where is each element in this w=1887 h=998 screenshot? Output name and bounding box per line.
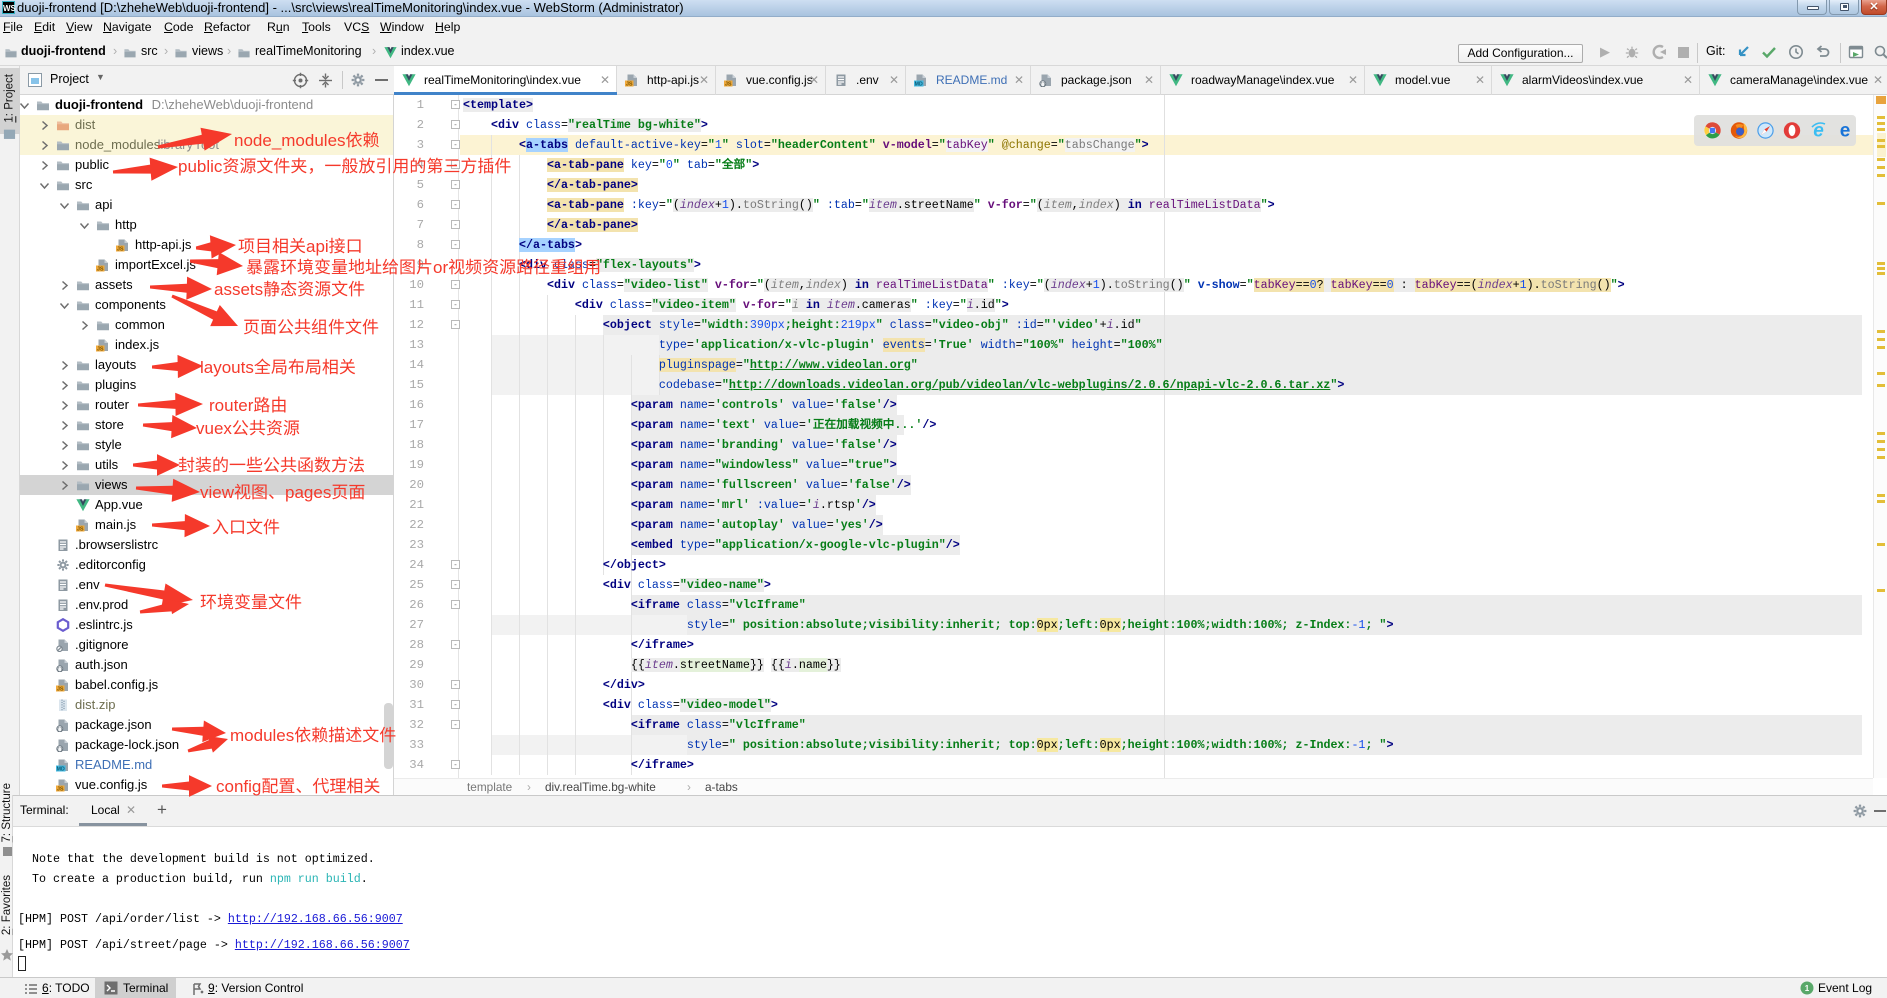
svg-text:MD: MD bbox=[915, 82, 923, 87]
svg-text:e: e bbox=[1840, 121, 1851, 142]
svg-text:JS: JS bbox=[725, 82, 732, 87]
svg-text:JS: JS bbox=[626, 82, 633, 87]
svg-text:JS: JS bbox=[57, 687, 64, 692]
svg-text:JS: JS bbox=[97, 267, 104, 272]
svg-text:{}: {} bbox=[56, 726, 63, 732]
svg-text:{}: {} bbox=[1039, 81, 1046, 87]
svg-text:{}: {} bbox=[56, 666, 63, 672]
svg-text:{}: {} bbox=[56, 746, 63, 752]
svg-text:1: 1 bbox=[1805, 984, 1810, 993]
svg-text:JS: JS bbox=[117, 247, 124, 252]
svg-text:MD: MD bbox=[57, 767, 65, 772]
svg-text:JS: JS bbox=[77, 527, 84, 532]
svg-text:JS: JS bbox=[97, 347, 104, 352]
svg-text:JS: JS bbox=[57, 787, 64, 792]
